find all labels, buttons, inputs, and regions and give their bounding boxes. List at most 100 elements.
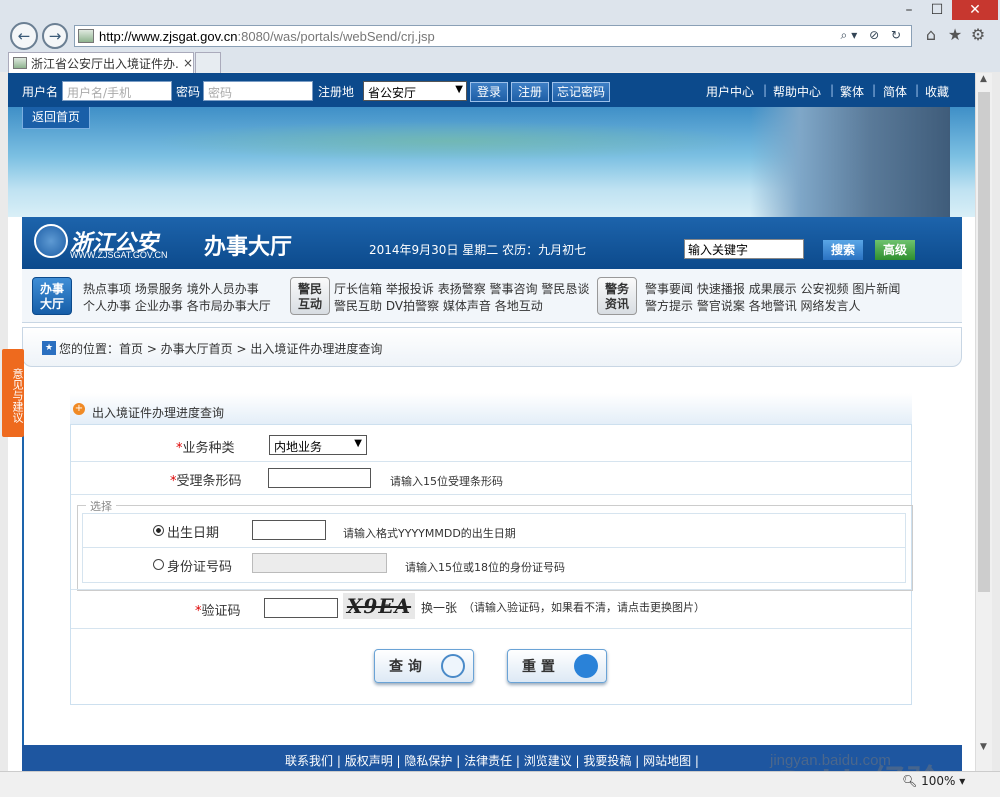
category-service-hall[interactable]: 办事 大厅 xyxy=(32,277,72,315)
birth-date-hint: 请输入格式YYYYMMDD的出生日期 xyxy=(343,527,516,540)
menu-link[interactable]: 快速播报 xyxy=(697,282,745,296)
link-help-center[interactable]: 帮助中心 xyxy=(773,83,821,100)
browser-tab[interactable]: 浙江省公安厅出入境证件办... × xyxy=(8,52,194,73)
advanced-search-button[interactable]: 高级 xyxy=(875,240,915,260)
zoom-value: 100% xyxy=(921,774,956,788)
id-number-hint: 请输入15位或18位的身份证号码 xyxy=(405,561,565,574)
refresh-icon xyxy=(574,654,598,678)
window-close-button[interactable]: ✕ xyxy=(952,0,998,20)
query-button[interactable]: 查 询 xyxy=(374,649,474,683)
menu-link[interactable]: 警官说案 xyxy=(697,299,745,313)
captcha-refresh-link[interactable]: 换一张 xyxy=(421,599,457,616)
menu-link[interactable]: 场景服务 xyxy=(135,282,183,296)
scroll-up-icon[interactable]: ▲ xyxy=(976,74,991,88)
link-traditional[interactable]: 繁体 xyxy=(840,83,864,100)
divider: | xyxy=(830,83,835,97)
menu-link[interactable]: 成果展示 xyxy=(749,282,797,296)
window-maximize-button[interactable]: ☐ xyxy=(923,0,951,20)
tab-close-icon[interactable]: × xyxy=(183,56,193,70)
back-button[interactable]: ← xyxy=(10,22,38,50)
register-button[interactable]: 注册 xyxy=(511,82,549,102)
menu-link[interactable]: 警民恳谈 xyxy=(541,282,589,296)
captcha-label: *验证码 xyxy=(195,600,241,619)
favorites-star-icon[interactable]: ★ xyxy=(945,25,965,45)
home-icon[interactable]: ⌂ xyxy=(921,25,941,45)
barcode-label: *受理条形码 xyxy=(170,470,242,489)
barcode-input[interactable] xyxy=(268,468,371,488)
menu-link[interactable]: DV拍警察 xyxy=(386,299,439,313)
zoom-level[interactable]: 🔍︎ 100% ▾ xyxy=(902,774,965,788)
reset-label: 重 置 xyxy=(522,659,555,675)
business-type-select[interactable]: 内地业务 ▼ xyxy=(269,435,367,455)
address-controls[interactable]: ⌕▾ ⊘ ↻ xyxy=(841,28,905,43)
menu-link[interactable]: 企业办事 xyxy=(135,299,183,313)
menu-link[interactable]: 网络发言人 xyxy=(801,299,861,313)
url-path: :8080/was/portals/webSend/crj.jsp xyxy=(237,28,435,44)
menu-link[interactable]: 警民互助 xyxy=(334,299,382,313)
menu-link[interactable]: 警事要闻 xyxy=(645,282,693,296)
menu-link[interactable]: 各地警讯 xyxy=(749,299,797,313)
search-button[interactable]: 搜索 xyxy=(823,240,863,260)
category-interaction[interactable]: 警民 互动 xyxy=(290,277,330,315)
menu-link[interactable]: 各市局办事大厅 xyxy=(187,299,271,313)
id-number-label: 身份证号码 xyxy=(167,560,233,575)
keyword-search-input[interactable]: 输入关键字 xyxy=(684,239,804,259)
username-input[interactable]: 用户名/手机 xyxy=(62,81,172,101)
menu-link[interactable]: 厅长信箱 xyxy=(334,282,382,296)
business-type-label: *业务种类 xyxy=(176,437,235,456)
banner-photo xyxy=(750,107,950,217)
link-user-center[interactable]: 用户中心 xyxy=(706,83,754,100)
menu-link[interactable]: 各地互动 xyxy=(495,299,543,313)
window-minimize-button[interactable]: – xyxy=(895,0,923,20)
arrow-left-icon: ← xyxy=(17,27,31,45)
forward-button[interactable]: → xyxy=(42,23,68,49)
menu-link[interactable]: 媒体声音 xyxy=(443,299,491,313)
captcha-image[interactable]: X9EA xyxy=(343,593,415,619)
back-home-button[interactable]: 返回首页 xyxy=(22,107,90,129)
category-news[interactable]: 警务 资讯 xyxy=(597,277,637,315)
link-simplified[interactable]: 简体 xyxy=(883,83,907,100)
scroll-thumb[interactable] xyxy=(978,92,990,592)
menu-link[interactable]: 热点事项 xyxy=(83,282,131,296)
plus-circle-icon: + xyxy=(73,403,85,415)
breadcrumb-text[interactable]: 您的位置：首页 > 办事大厅首页 > 出入境证件办理进度查询 xyxy=(59,340,382,357)
captcha-input[interactable] xyxy=(264,598,338,618)
tab-favicon-icon xyxy=(13,57,27,69)
id-number-input[interactable] xyxy=(252,553,387,573)
login-button[interactable]: 登录 xyxy=(470,82,508,102)
cat-line: 资讯 xyxy=(604,297,629,311)
settings-gear-icon[interactable]: ⚙ xyxy=(968,25,988,45)
birth-date-label: 出生日期 xyxy=(167,526,220,541)
address-bar[interactable]: http://www.zjsgat.gov.cn:8080/was/portal… xyxy=(74,25,912,47)
menu-link[interactable]: 警事咨询 xyxy=(490,282,538,296)
password-input[interactable]: 密码 xyxy=(203,81,313,101)
menu-link[interactable]: 举报投诉 xyxy=(386,282,434,296)
id-number-radio[interactable] xyxy=(153,559,164,570)
reset-button[interactable]: 重 置 xyxy=(507,649,607,683)
menu-group1-row2: 个人办事 企业办事 各市局办事大厅 xyxy=(83,297,271,314)
divider: | xyxy=(872,83,877,97)
feedback-tab[interactable]: 意见与建议 xyxy=(2,349,24,437)
cat-line: 互动 xyxy=(297,297,322,311)
birth-date-radio[interactable] xyxy=(153,525,164,536)
menu-link[interactable]: 境外人员办事 xyxy=(187,282,259,296)
business-type-value: 内地业务 xyxy=(274,440,323,454)
magnifier-icon xyxy=(441,654,465,678)
chevron-down-icon: ▼ xyxy=(354,438,362,449)
barcode-hint: 请输入15位受理条形码 xyxy=(390,475,503,488)
new-tab-button[interactable] xyxy=(195,52,221,73)
arrow-right-icon: → xyxy=(48,27,62,45)
menu-link[interactable]: 公安视频 xyxy=(801,282,849,296)
menu-link[interactable]: 警方提示 xyxy=(645,299,693,313)
menu-link[interactable]: 图片新闻 xyxy=(852,282,900,296)
region-label: 注册地 xyxy=(318,85,355,99)
birth-date-input[interactable] xyxy=(252,520,326,540)
menu-link[interactable]: 个人办事 xyxy=(83,299,131,313)
link-favorite[interactable]: 收藏 xyxy=(925,83,949,100)
banner-lotus-decoration xyxy=(148,121,748,161)
region-select[interactable]: 省公安厅 ▼ xyxy=(363,81,467,101)
scroll-down-icon[interactable]: ▼ xyxy=(976,742,991,756)
menu-link[interactable]: 表扬警察 xyxy=(438,282,486,296)
forgot-password-button[interactable]: 忘记密码 xyxy=(552,82,610,102)
label-text: 业务种类 xyxy=(182,441,235,456)
